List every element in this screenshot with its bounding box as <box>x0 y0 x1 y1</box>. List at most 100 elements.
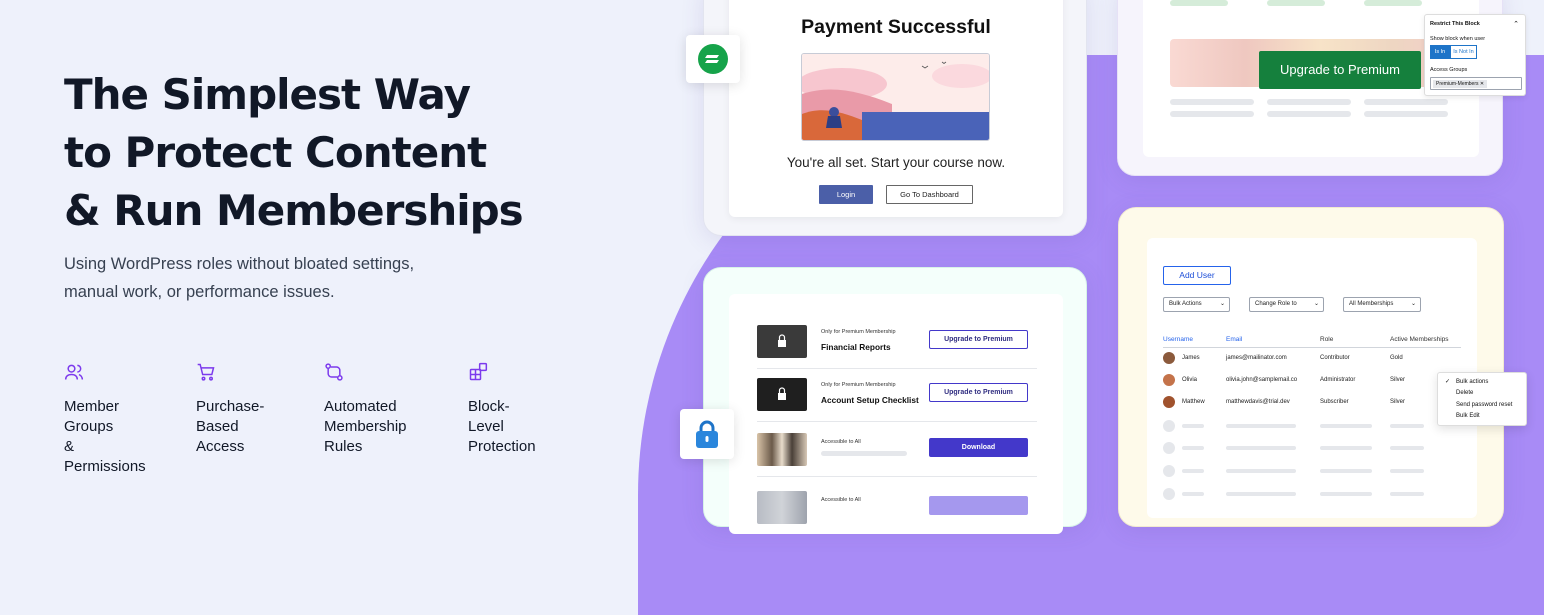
users-card: Add User Bulk Actions ⌄ Change Role to ⌄ A… <box>1118 207 1504 527</box>
show-block-label: Show block when user <box>1430 36 1486 42</box>
payment-title: Payment Successful <box>801 16 991 38</box>
user-role: Subscriber <box>1320 399 1349 405</box>
item-note: Accessible to All <box>821 439 861 445</box>
hero-subtitle-line: manual work, or performance issues. <box>64 283 335 301</box>
placeholder-bar <box>821 451 907 456</box>
payment-success-page: Payment Successful You're all set. Start… <box>729 0 1063 217</box>
list-item: Accessible to All <box>757 482 1037 535</box>
hero-subtitle-line: Using WordPress roles without bloated se… <box>64 255 415 273</box>
hero-title-line: The Simplest Way <box>64 70 471 119</box>
locked-thumbnail <box>757 378 807 411</box>
placeholder-avatar <box>1163 442 1175 454</box>
user-role: Contributor <box>1320 355 1350 361</box>
list-item: Only for Premium Membership Account Setu… <box>757 369 1037 422</box>
downloads-list: Only for Premium Membership Financial Re… <box>729 294 1063 534</box>
column-header[interactable]: Username <box>1163 336 1193 343</box>
checkmark-icon: ✓ <box>1445 379 1451 385</box>
lock-icon <box>778 387 786 400</box>
placeholder-bar <box>1390 492 1424 496</box>
list-item: Only for Premium Membership Financial Re… <box>757 316 1037 369</box>
placeholder-bar <box>1320 424 1372 428</box>
user-role: Administrator <box>1320 377 1356 383</box>
column-header: Role <box>1320 336 1334 343</box>
feature-label: Block-Level <box>468 398 510 435</box>
menu-item[interactable]: Send password reset <box>1456 402 1512 408</box>
feature-item: Block-Level Protection <box>468 362 536 457</box>
select-value: All Memberships <box>1349 301 1394 307</box>
brand-logo-icon <box>698 44 728 74</box>
column-header[interactable]: Email <box>1226 336 1242 343</box>
bulk-actions-select[interactable]: Bulk Actions ⌄ <box>1163 297 1230 312</box>
action-button[interactable] <box>929 496 1028 515</box>
hero-title-line: to Protect Content <box>64 128 487 177</box>
cart-icon <box>197 363 215 381</box>
feature-label: Purchase- <box>196 398 265 415</box>
landscape-illustration <box>802 54 989 140</box>
placeholder-bar <box>1364 111 1448 117</box>
access-groups-input[interactable]: Premium-Members ✕ <box>1430 77 1522 90</box>
feature-label: Membership Rules <box>324 418 407 455</box>
item-note: Only for Premium Membership <box>821 329 896 335</box>
team-photo-thumbnail <box>757 433 807 466</box>
add-user-button[interactable]: Add User <box>1163 266 1231 285</box>
placeholder-bar <box>1390 424 1424 428</box>
username[interactable]: Olivia <box>1182 377 1197 383</box>
download-button[interactable]: Download <box>929 438 1028 457</box>
placeholder-bar <box>1364 99 1448 105</box>
placeholder-bar <box>1320 492 1372 496</box>
placeholder-avatar <box>1163 488 1175 500</box>
locked-thumbnail <box>757 325 807 358</box>
chevron-down-icon: ⌄ <box>1410 301 1416 307</box>
avatar <box>1163 374 1175 386</box>
placeholder-bar <box>1364 0 1422 6</box>
remove-tag-icon[interactable]: ✕ <box>1480 81 1484 87</box>
login-button[interactable]: Login <box>819 185 873 204</box>
column-header: Active Memberships <box>1390 336 1449 343</box>
upgrade-to-premium-button[interactable]: Upgrade to Premium <box>1259 51 1421 89</box>
menu-item[interactable]: Bulk actions <box>1456 379 1488 385</box>
placeholder-bar <box>1390 469 1424 473</box>
placeholder-bar <box>1267 99 1351 105</box>
menu-item[interactable]: Bulk Edit <box>1456 413 1480 419</box>
user-membership: Gold <box>1390 355 1403 361</box>
placeholder-avatar <box>1163 465 1175 477</box>
access-group-tag: Premium-Members ✕ <box>1433 80 1488 88</box>
placeholder-bar <box>1320 446 1372 450</box>
is-not-in-toggle[interactable]: Is Not In <box>1450 45 1477 59</box>
restrict-block-panel: Restrict This Block ⌃ Show block when us… <box>1424 14 1526 96</box>
item-title: Financial Reports <box>821 342 891 352</box>
upgrade-to-premium-button[interactable]: Upgrade to Premium <box>929 330 1028 349</box>
upgrade-to-premium-button[interactable]: Upgrade to Premium <box>929 383 1028 402</box>
username[interactable]: Matthew <box>1182 399 1205 405</box>
user-membership: Silver <box>1390 377 1406 383</box>
placeholder-avatar <box>1163 420 1175 432</box>
memberships-select[interactable]: All Memberships ⌄ <box>1343 297 1421 312</box>
payment-message: You're all set. Start your course now. <box>786 155 1006 170</box>
feature-label: Member Groups <box>64 398 120 435</box>
access-group-tag-label: Premium-Members <box>1436 81 1479 87</box>
user-email: olivia.john@samplemail.co <box>1226 377 1298 383</box>
feature-label: Automated <box>324 398 397 415</box>
placeholder-bar <box>1226 469 1296 473</box>
access-groups-label: Access Groups <box>1430 67 1468 73</box>
go-to-dashboard-button[interactable]: Go To Dashboard <box>886 185 973 204</box>
thumbnail <box>757 491 807 524</box>
change-role-select[interactable]: Change Role to ⌄ <box>1249 297 1324 312</box>
username[interactable]: James <box>1182 355 1200 361</box>
divider <box>1163 347 1461 348</box>
placeholder-bar <box>1182 492 1204 496</box>
placeholder-bar <box>1226 446 1296 450</box>
hero-title-line: & Run Memberships <box>64 186 524 235</box>
is-in-toggle[interactable]: Is In <box>1430 45 1450 59</box>
user-membership: Silver <box>1390 399 1406 405</box>
chevron-down-icon: ⌄ <box>1313 301 1319 307</box>
placeholder-bar <box>1182 446 1204 450</box>
placeholder-bar <box>1182 424 1204 428</box>
panel-title: Restrict This Block <box>1430 21 1480 27</box>
collapse-icon[interactable]: ⌃ <box>1513 20 1519 28</box>
menu-item[interactable]: Delete <box>1456 390 1473 396</box>
placeholder-bar <box>1182 469 1204 473</box>
users-icon <box>64 364 84 380</box>
placeholder-bar <box>1320 469 1372 473</box>
bulk-actions-menu: ✓ Bulk actions Delete Send password rese… <box>1437 372 1527 426</box>
